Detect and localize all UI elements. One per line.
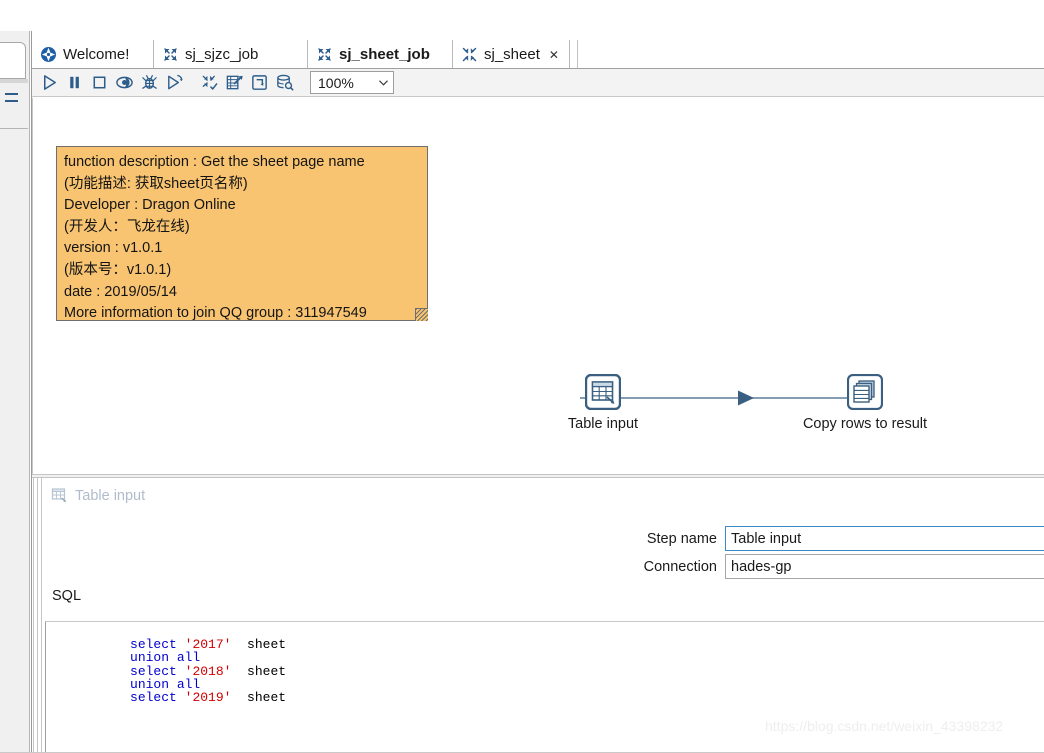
- collapsed-panel-separator: [0, 79, 28, 83]
- tab-sj-sheet[interactable]: sj_sheet ✕: [452, 40, 570, 69]
- pause-button[interactable]: [62, 71, 86, 95]
- impact-arrow-icon: [226, 75, 243, 90]
- sql-token: '2019': [184, 689, 232, 705]
- step-copy-rows-to-result[interactable]: Copy rows to result: [785, 373, 945, 432]
- tab-sj-sjzc-job[interactable]: sj_sjzc_job: [153, 40, 269, 69]
- zoom-level-value: 100%: [318, 74, 354, 91]
- table-input-small-icon: [51, 487, 68, 504]
- db-search-icon: [276, 74, 293, 91]
- verify-button[interactable]: [197, 71, 221, 95]
- spoon-window: Welcome! sj_sjzc_job sj_sheet_job sj_she…: [0, 0, 1044, 753]
- run-button[interactable]: [37, 71, 61, 95]
- editor-frame: Welcome! sj_sjzc_job sj_sheet_job sj_she…: [31, 31, 1044, 753]
- connection-input[interactable]: hades-gp: [725, 554, 1044, 579]
- step-name-input[interactable]: Table input: [725, 526, 1044, 551]
- close-icon[interactable]: ✕: [549, 49, 559, 61]
- step-label: Copy rows to result: [802, 416, 928, 432]
- sql-line: select '2018' sheet: [52, 651, 1044, 677]
- replay-play-icon: [167, 74, 183, 90]
- dialog-title-text: Table input: [75, 487, 146, 504]
- chevron-down-icon[interactable]: [373, 72, 393, 93]
- replay-button[interactable]: [162, 71, 186, 95]
- preview-eye-icon: [115, 76, 133, 89]
- sql-token: select: [130, 689, 177, 705]
- tab-sj-sheet-job[interactable]: sj_sheet_job: [307, 40, 440, 69]
- job-icon: [316, 46, 333, 63]
- tab-bar-trailing: [577, 40, 597, 69]
- sql-line: select '2017' sheet: [52, 625, 1044, 651]
- sql-line: select '2019' sheet: [52, 678, 1044, 704]
- canvas-note[interactable]: function description : Get the sheet pag…: [56, 146, 428, 321]
- toolbar-separator-2: [296, 71, 306, 95]
- note-line: More information to join QQ group : 3119…: [64, 305, 367, 322]
- tab-label: sj_sheet_job: [339, 46, 430, 63]
- tab-label: Welcome!: [63, 46, 130, 63]
- note-line: (开发人：飞龙在线): [64, 218, 190, 235]
- page-watermark: https://blog.csdn.net/weixin_43398232: [765, 718, 1004, 734]
- note-line: (功能描述: 获取sheet页名称): [64, 175, 248, 192]
- dialog-left-rails: [33, 478, 45, 753]
- collapsed-view-panel[interactable]: [0, 31, 30, 753]
- sql-token: sheet: [231, 663, 287, 679]
- step-label: Table input: [567, 416, 639, 432]
- job-icon: [162, 46, 179, 63]
- pentaho-globe-icon: [40, 46, 57, 63]
- note-line: Developer : Dragon Online: [64, 197, 236, 214]
- connection-label: Connection: [643, 558, 717, 575]
- tab-welcome[interactable]: Welcome!: [32, 40, 140, 69]
- table-input-dialog: Table input Step name Table input Connec…: [32, 478, 1044, 753]
- impact-analysis-button[interactable]: [222, 71, 246, 95]
- transformation-check-icon: [202, 75, 217, 90]
- debug-button[interactable]: [137, 71, 161, 95]
- note-line: date : 2019/05/14: [64, 283, 177, 300]
- play-icon: [43, 75, 56, 90]
- window-top-strip: [0, 0, 1044, 31]
- transformation-icon: [461, 46, 478, 63]
- database-explore-button[interactable]: [272, 71, 296, 95]
- stop-icon: [93, 76, 105, 89]
- step-name-row: Step name Table input: [612, 526, 1044, 551]
- note-line: version : v1.0.1: [64, 240, 163, 257]
- copy-rows-to-result-icon[interactable]: [846, 373, 884, 411]
- sql-token: sheet: [231, 637, 287, 653]
- restore-view-icon[interactable]: [5, 93, 21, 107]
- collapsed-panel-divider: [0, 128, 28, 129]
- generate-sql-button[interactable]: [247, 71, 271, 95]
- bug-icon: [141, 75, 157, 89]
- sql-label: SQL: [52, 588, 82, 604]
- note-line: (版本号：v1.0.1): [64, 261, 172, 278]
- editor-tab-bar: Welcome! sj_sjzc_job sj_sheet_job sj_she…: [32, 40, 1044, 69]
- toolbar-separator: [186, 71, 196, 95]
- sql-token: sheet: [231, 689, 287, 705]
- stop-button[interactable]: [87, 71, 111, 95]
- step-name-label: Step name: [646, 530, 717, 547]
- table-input-icon[interactable]: [584, 373, 622, 411]
- note-line: function description : Get the sheet pag…: [64, 154, 365, 170]
- dialog-header: Table input: [51, 487, 145, 504]
- tab-label: sj_sjzc_job: [185, 46, 259, 63]
- zoom-level-combo[interactable]: 100%: [310, 71, 394, 94]
- step-table-input[interactable]: Table input: [559, 373, 647, 432]
- transformation-canvas[interactable]: function description : Get the sheet pag…: [32, 98, 1044, 474]
- connection-row: Connection hades-gp: [612, 554, 1044, 579]
- note-resize-handle[interactable]: [415, 308, 428, 321]
- pause-icon: [69, 76, 79, 89]
- tab-label: sj_sheet: [484, 46, 540, 63]
- sql-page-icon: [251, 75, 267, 90]
- preview-button[interactable]: [112, 71, 136, 95]
- collapsed-panel-tab[interactable]: [0, 42, 26, 79]
- transformation-toolbar: 100%: [32, 69, 1044, 97]
